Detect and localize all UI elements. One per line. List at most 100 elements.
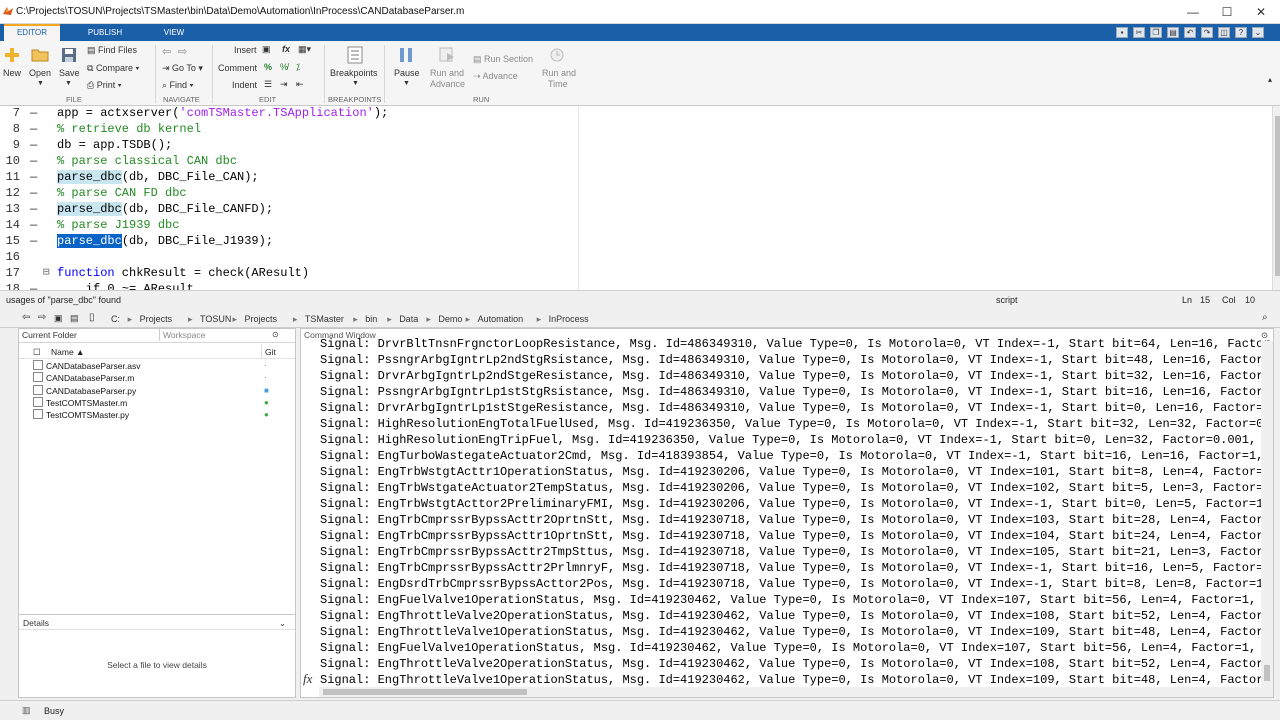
print-button[interactable]: ⎙ Print ▾	[87, 80, 122, 91]
code-line[interactable]: 12 — % parse CAN FD dbc	[0, 185, 1272, 201]
breadcrumb-item[interactable]: InProcess	[549, 314, 589, 324]
file-list-item[interactable]: CANDatabaseParser.py	[33, 384, 136, 397]
breadcrumb-separator-icon[interactable]: ▸	[128, 314, 133, 325]
find-button[interactable]: ⌕ Find ▾	[162, 80, 193, 91]
collapse-ribbon-icon[interactable]: ▴	[1268, 75, 1272, 84]
command-hscrollbar-thumb[interactable]	[323, 689, 527, 695]
breadcrumb-item[interactable]: Automation	[478, 314, 524, 324]
breakpoints-button[interactable]: Breakpoints	[330, 68, 378, 78]
code-line[interactable]: 10 — % parse classical CAN dbc	[0, 153, 1272, 169]
breakpoint-dash-icon[interactable]: —	[30, 233, 37, 249]
pause-dropdown-icon[interactable]: ▼	[403, 80, 410, 87]
code-editor[interactable]: 7 — app = actxserver('comTSMaster.TSApplic…	[0, 106, 1272, 290]
code-line[interactable]: 9 — db = app.TSDB();	[0, 137, 1272, 153]
code-line[interactable]: 15 — parse_dbc(db, DBC_File_J1939);	[0, 233, 1272, 249]
run-and-advance-label-1[interactable]: Run and	[430, 68, 464, 78]
run-and-time-label-1[interactable]: Run and	[542, 68, 576, 78]
breakpoint-dash-icon[interactable]: —	[30, 169, 37, 185]
tab-workspace[interactable]: Workspace	[159, 329, 205, 341]
open-button[interactable]: Open	[29, 68, 51, 78]
fx-button[interactable]: fx	[282, 44, 290, 54]
redo-quick-icon[interactable]: ↷	[1201, 27, 1213, 38]
back-icon[interactable]: ⇦	[22, 312, 30, 323]
git-column-header[interactable]: Git	[261, 345, 276, 359]
back-arrow-icon[interactable]: ⇦	[162, 45, 171, 58]
run-and-advance-label-2[interactable]: Advance	[430, 79, 465, 89]
breadcrumb-separator-icon[interactable]: ▸	[426, 314, 431, 325]
advance-button[interactable]: ⇢ Advance	[473, 71, 518, 82]
go-to-button[interactable]: ⇥ Go To ▾	[162, 63, 203, 74]
code-line[interactable]: 13 — parse_dbc(db, DBC_File_CANFD);	[0, 201, 1272, 217]
tab-view[interactable]: VIEW	[152, 24, 196, 41]
smart-indent-icon[interactable]: ☰	[264, 79, 272, 90]
panel-menu-icon[interactable]: ⊙	[272, 329, 279, 341]
command-hscrollbar[interactable]	[319, 687, 1261, 697]
code-line[interactable]: 16—	[0, 249, 1272, 265]
breadcrumb-item[interactable]: Projects	[245, 314, 278, 324]
file-list-item[interactable]: CANDatabaseParser.m	[33, 372, 134, 384]
code-line[interactable]: 8 — % retrieve db kernel	[0, 121, 1272, 137]
code-line[interactable]: 14 — % parse J1939 dbc	[0, 217, 1272, 233]
uncomment-icon[interactable]: %̸	[280, 62, 288, 72]
fold-icon[interactable]: ⊟	[43, 265, 50, 281]
code-line[interactable]: 18 — if 0 ~= AResult	[0, 281, 1272, 290]
options-icon[interactable]: ⌄	[1252, 27, 1264, 38]
breakpoints-dropdown-icon[interactable]: ▼	[352, 80, 359, 87]
forward-icon[interactable]: ⇨	[38, 312, 46, 323]
breakpoint-dash-icon[interactable]: —	[30, 217, 37, 233]
undo-quick-icon[interactable]: ↶	[1184, 27, 1196, 38]
help-icon[interactable]: ?	[1235, 27, 1247, 38]
new-button[interactable]: New	[3, 68, 21, 78]
copy-quick-icon[interactable]: ❐	[1150, 27, 1162, 38]
breadcrumb-item[interactable]: Data	[399, 314, 418, 324]
browse-folder-icon[interactable]: ▤	[70, 313, 79, 324]
breadcrumb-separator-icon[interactable]: ▸	[353, 314, 358, 325]
open-dropdown-icon[interactable]: ▼	[37, 80, 44, 87]
code-line[interactable]: 7 — app = actxserver('comTSMaster.TSApplic…	[0, 106, 1272, 121]
insert-icon[interactable]: ▣	[262, 44, 271, 55]
breadcrumb-separator-icon[interactable]: ▸	[293, 314, 298, 325]
wrap-comments-icon[interactable]: ⁒	[296, 62, 300, 73]
up-folder-icon[interactable]: ▣	[54, 313, 63, 324]
breadcrumb-separator-icon[interactable]: ▸	[537, 314, 542, 325]
breadcrumb-separator-icon[interactable]: ▸	[466, 314, 471, 325]
breadcrumb-item[interactable]: Projects	[140, 314, 173, 324]
pause-button[interactable]: Pause	[394, 68, 420, 78]
run-and-time-label-2[interactable]: Time	[548, 79, 568, 89]
minimize-button[interactable]: —	[1176, 0, 1210, 24]
paste-quick-icon[interactable]: ▤	[1167, 27, 1179, 38]
breadcrumb-item[interactable]: TOSUN	[200, 314, 231, 324]
file-list-item[interactable]: TestCOMTSMaster.py	[33, 409, 129, 421]
insert-button[interactable]: Insert	[234, 45, 257, 55]
find-files-button[interactable]: ▤ Find Files	[87, 45, 137, 56]
file-list-item[interactable]: TestCOMTSMaster.m	[33, 396, 127, 409]
indent-button[interactable]: Indent	[232, 80, 257, 90]
tab-publish[interactable]: PUBLISH	[80, 24, 130, 41]
close-button[interactable]: ✕	[1244, 0, 1278, 24]
command-vscrollbar[interactable]	[1261, 341, 1273, 697]
save-button[interactable]: Save	[59, 68, 80, 78]
save-quick-icon[interactable]: ▪	[1116, 27, 1128, 38]
editor-scrollbar[interactable]	[1272, 106, 1280, 290]
breadcrumb-separator-icon[interactable]: ▸	[188, 314, 193, 325]
breadcrumb-separator-icon[interactable]: ▸	[387, 314, 392, 325]
decrease-indent-icon[interactable]: ⇤	[296, 79, 304, 90]
comment-percent-icon[interactable]: %	[264, 62, 272, 72]
run-section-button[interactable]: ▤ Run Section	[473, 54, 533, 65]
maximize-button[interactable]: ☐	[1210, 0, 1244, 24]
breakpoint-dash-icon[interactable]: —	[30, 201, 37, 217]
breadcrumb-item[interactable]: Demo	[438, 314, 462, 324]
breakpoint-dash-icon[interactable]: —	[30, 281, 37, 290]
breakpoint-dash-icon[interactable]: —	[30, 106, 37, 121]
command-vscrollbar-thumb[interactable]	[1264, 665, 1270, 681]
cut-quick-icon[interactable]: ✂	[1133, 27, 1145, 38]
checkbox-icon[interactable]: ☐	[33, 345, 41, 359]
file-list-item[interactable]: CANDatabaseParser.asv	[33, 360, 141, 372]
breadcrumb-item[interactable]: C:	[111, 314, 120, 324]
save-dropdown-icon[interactable]: ▼	[65, 80, 72, 87]
breakpoint-dash-icon[interactable]: —	[30, 153, 37, 169]
search-icon[interactable]: ⌕	[1262, 312, 1268, 323]
name-column-header[interactable]: Name ▲	[51, 345, 84, 359]
breakpoint-dash-icon[interactable]: —	[30, 185, 37, 201]
fx-prompt-icon[interactable]: fx	[303, 671, 312, 687]
